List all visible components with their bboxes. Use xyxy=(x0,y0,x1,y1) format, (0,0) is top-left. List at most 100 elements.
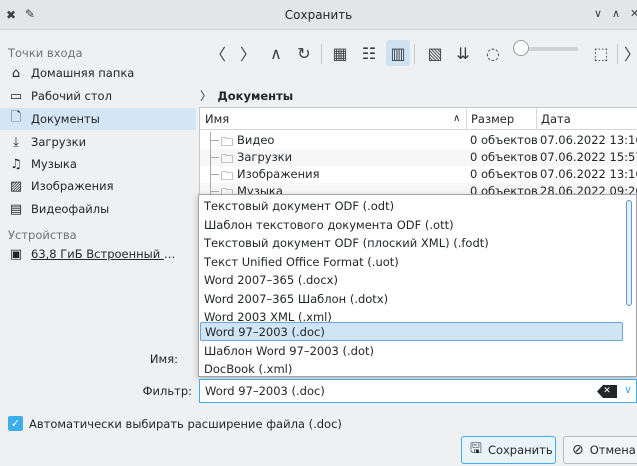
desktop-icon: ▭ xyxy=(9,88,23,104)
filter-option[interactable]: Шаблон текстового документа ODF (.ott) xyxy=(200,215,623,234)
file-size: 0 объектов xyxy=(470,167,538,181)
close-icon[interactable]: ✕ xyxy=(630,7,637,20)
breadcrumb[interactable]: 〉 Документы xyxy=(200,88,293,104)
file-size: 0 объектов xyxy=(470,133,538,147)
minimize-icon[interactable]: ∨ xyxy=(594,7,602,20)
file-date: 07.06.2022 13:16 xyxy=(540,167,637,181)
place-label: Домашняя папка xyxy=(31,66,135,80)
documents-icon: 🗋 xyxy=(10,110,22,125)
place-label: Загрузки xyxy=(31,135,87,149)
tree-line xyxy=(210,132,220,149)
file-size: 0 объектов xyxy=(470,150,538,164)
place-desktop[interactable]: ▭ Рабочий стол xyxy=(0,85,196,107)
maximize-icon[interactable]: ∧ xyxy=(612,7,620,20)
devices-section-title: Устройства xyxy=(8,228,77,242)
filter-label: Фильтр: xyxy=(142,384,192,398)
sort-ascending-icon: ∧ xyxy=(453,113,461,124)
filter-dropdown-list[interactable]: Текстовый документ ODF (.odt) Шаблон тек… xyxy=(198,194,637,377)
table-row[interactable]: 🗀 Изображения 0 объектов 07.06.2022 13:1… xyxy=(200,166,637,183)
zoom-slider-handle[interactable] xyxy=(513,40,529,56)
name-label: Имя: xyxy=(149,352,178,366)
compact-view-icon[interactable]: ☷ xyxy=(357,40,381,66)
place-label: Рабочий стол xyxy=(31,89,112,103)
filter-option[interactable]: Текст Unified Office Format (.uot) xyxy=(200,252,623,271)
more-options-icon[interactable]: 〉 xyxy=(620,40,637,66)
place-downloads[interactable]: ⤓ Загрузки xyxy=(0,131,196,153)
filter-option[interactable]: Шаблон Word 97–2003 (.dot) xyxy=(200,341,623,360)
zoom-in-icon[interactable]: ⬚ xyxy=(589,40,613,66)
filter-option-selected[interactable]: Word 97–2003 (.doc) xyxy=(200,322,623,341)
table-row[interactable]: 🗀 Видео 0 объектов 07.06.2022 13:16 xyxy=(200,132,637,149)
toolbar-separator xyxy=(617,44,618,64)
place-music[interactable]: ♫ Музыка xyxy=(0,153,196,175)
cancel-button-label: Отмена xyxy=(589,443,636,457)
preview-icon[interactable]: ▧ xyxy=(423,40,447,66)
cancel-icon: ⊘ xyxy=(572,442,584,458)
device-label: 63,8 ГиБ Встроенный ди... xyxy=(31,247,179,261)
file-date: 07.06.2022 13:16 xyxy=(540,133,637,147)
file-name: Загрузки xyxy=(237,150,293,164)
music-icon: ♫ xyxy=(10,156,22,172)
column-size[interactable]: Размер xyxy=(471,112,514,126)
place-label: Изображения xyxy=(31,179,114,193)
auto-extension-label: Автоматически выбирать расширение файла … xyxy=(29,416,342,431)
column-divider xyxy=(536,108,537,130)
file-name: Изображения xyxy=(237,167,320,181)
place-documents[interactable]: 🗋 Документы xyxy=(0,108,196,130)
zoom-out-icon[interactable]: ◌ xyxy=(481,40,505,66)
filter-option[interactable]: Word 2007–365 Шаблон (.dotx) xyxy=(200,289,623,308)
file-date: 07.06.2022 15:57 xyxy=(540,150,637,164)
filter-combobox[interactable]: Word 97–2003 (.doc) ✕ ∨ xyxy=(199,379,637,403)
reload-icon[interactable]: ↻ xyxy=(292,40,316,66)
window-title: Сохранить xyxy=(284,8,353,22)
dropdown-scrollbar[interactable] xyxy=(626,200,632,306)
sort-icon[interactable]: ⇊ xyxy=(451,40,475,66)
forward-icon[interactable]: 〉 xyxy=(236,40,260,66)
file-list[interactable]: Имя ∧ Размер Дата 🗀 Видео 0 объектов 07.… xyxy=(199,107,637,195)
tree-line xyxy=(210,166,220,183)
icon-view-icon[interactable]: ▦ xyxy=(328,40,352,66)
column-name[interactable]: Имя xyxy=(205,112,229,126)
column-date[interactable]: Дата xyxy=(541,112,571,126)
breadcrumb-current: Документы xyxy=(217,89,294,103)
filter-option[interactable]: DocBook (.xml) xyxy=(200,359,623,376)
auto-extension-row[interactable]: ✓ Автоматически выбирать расширение файл… xyxy=(8,416,342,431)
video-icon: ▤ xyxy=(9,201,23,217)
back-icon[interactable]: 〈 xyxy=(206,40,230,66)
navigation-toolbar: 〈 〉 ∧ ↻ ▦ ☷ ▥ ▧ ⇊ ◌ ⬚ 〉 xyxy=(200,36,637,72)
save-icon: 🖫 xyxy=(470,441,482,457)
parent-folder-icon[interactable]: ∧ xyxy=(264,40,288,66)
filter-option[interactable]: Текстовый документ ODF (.odt) xyxy=(200,196,623,215)
tree-view-icon[interactable]: ▥ xyxy=(386,40,410,66)
save-button[interactable]: 🖫 Сохранить xyxy=(461,436,556,464)
title-bar: ✖ ✎ Сохранить ∨ ∧ ✕ xyxy=(0,0,637,30)
save-button-label: Сохранить xyxy=(487,443,553,457)
table-row[interactable]: 🗀 Загрузки 0 объектов 07.06.2022 15:57 xyxy=(200,149,637,166)
chevron-right-icon: 〉 xyxy=(200,89,212,103)
clear-icon[interactable]: ✕ xyxy=(597,385,617,398)
place-home[interactable]: ⌂ Домашняя папка xyxy=(0,62,196,84)
file-name: Видео xyxy=(237,133,275,147)
places-section-title: Точки входа xyxy=(8,46,83,60)
filter-option[interactable]: Word 2007–365 (.docx) xyxy=(200,270,623,289)
pictures-icon: ▨ xyxy=(9,178,23,194)
place-label: Музыка xyxy=(31,157,77,171)
chevron-down-icon[interactable]: ∨ xyxy=(624,383,632,396)
tree-line xyxy=(210,149,220,166)
filter-value: Word 97–2003 (.doc) xyxy=(205,384,325,398)
drive-icon: ▣ xyxy=(9,246,23,262)
place-pictures[interactable]: ▨ Изображения xyxy=(0,175,196,197)
places-panel: Точки входа ⌂ Домашняя папка ▭ Рабочий с… xyxy=(0,30,196,390)
place-label: Видеофайлы xyxy=(31,202,110,216)
filter-option[interactable]: Текстовый документ ODF (плоский XML) (.f… xyxy=(200,233,623,252)
place-videos[interactable]: ▤ Видеофайлы xyxy=(0,198,196,220)
downloads-icon: ⤓ xyxy=(13,134,19,150)
cancel-button[interactable]: ⊘ Отмена xyxy=(563,436,637,464)
auto-extension-checkbox[interactable]: ✓ xyxy=(8,416,23,431)
column-divider xyxy=(466,108,467,130)
toolbar-separator xyxy=(414,44,415,64)
place-label: Документы xyxy=(31,112,100,126)
device-internal-drive[interactable]: ▣ 63,8 ГиБ Встроенный ди... xyxy=(0,243,196,265)
file-list-header: Имя ∧ Размер Дата xyxy=(200,108,637,130)
home-icon: ⌂ xyxy=(11,65,21,81)
